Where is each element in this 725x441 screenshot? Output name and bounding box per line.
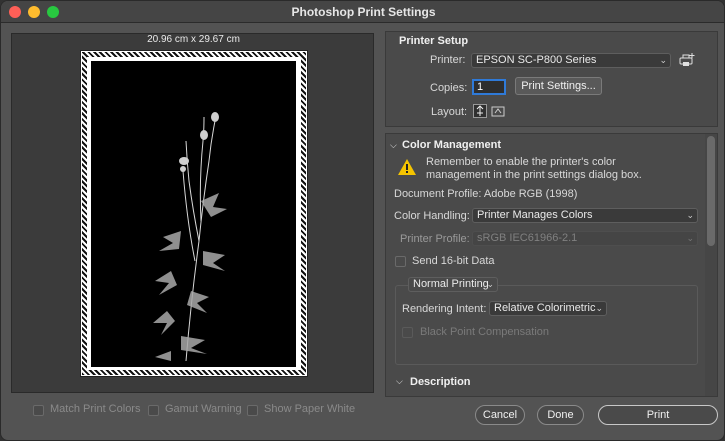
warning-icon	[397, 158, 417, 176]
color-management-title: Color Management	[402, 139, 502, 151]
show-paper-white-label: Show Paper White	[264, 403, 356, 415]
portrait-layout-icon[interactable]	[473, 104, 487, 118]
rendering-intent-value: Relative Colorimetric	[494, 302, 596, 314]
print-settings-window: Photoshop Print Settings 20.96 cm x 29.6…	[0, 0, 725, 441]
copies-input[interactable]: 1	[472, 79, 506, 95]
color-management-reminder: Remember to enable the printer's color m…	[426, 156, 642, 181]
printer-profile-value: sRGB IEC61966-2.1	[477, 232, 578, 244]
gamut-warning-checkbox[interactable]	[148, 405, 159, 416]
printing-options-group	[395, 285, 698, 365]
print-settings-button[interactable]: Print Settings...	[515, 77, 602, 95]
printer-setup-title: Printer Setup	[399, 35, 469, 47]
window-title: Photoshop Print Settings	[291, 5, 436, 19]
printer-profile-label: Printer Profile:	[400, 233, 470, 245]
cancel-button[interactable]: Cancel	[475, 405, 525, 425]
black-point-checkbox	[402, 327, 413, 338]
color-handling-select[interactable]: Printer Manages Colors ⌄	[472, 208, 698, 223]
color-handling-value: Printer Manages Colors	[477, 209, 593, 221]
print-preview: 20.96 cm x 29.67 cm	[11, 33, 374, 393]
chevron-down-icon: ⌄	[686, 210, 694, 220]
send-16bit-label: Send 16-bit Data	[412, 255, 495, 267]
collapse-color-management-icon[interactable]: ⌵	[390, 140, 397, 151]
scrollbar-thumb[interactable]	[707, 136, 715, 246]
preview-image[interactable]	[91, 61, 296, 367]
paper-dimensions: 20.96 cm x 29.67 cm	[147, 34, 240, 45]
done-button[interactable]: Done	[537, 405, 584, 425]
chevron-down-icon: ⌄	[486, 279, 494, 289]
title-bar: Photoshop Print Settings	[1, 1, 724, 23]
document-profile: Document Profile: Adobe RGB (1998)	[394, 188, 578, 200]
black-point-label: Black Point Compensation	[420, 326, 550, 338]
color-management-panel: ⌵ Color Management Remember to enable th…	[385, 133, 718, 397]
rendering-intent-label: Rendering Intent:	[402, 303, 487, 315]
gamut-warning-label: Gamut Warning	[165, 403, 242, 415]
printer-setup-panel: Printer Setup Printer: EPSON SC-P800 Ser…	[385, 31, 718, 127]
print-button[interactable]: Print	[598, 405, 718, 425]
show-paper-white-checkbox[interactable]	[247, 405, 258, 416]
printer-select-value: EPSON SC-P800 Series	[476, 54, 597, 66]
printer-select[interactable]: EPSON SC-P800 Series ⌄	[471, 53, 671, 68]
match-print-colors-checkbox[interactable]	[33, 405, 44, 416]
normal-printing-select[interactable]: Normal Printing ⌄	[408, 277, 498, 292]
printer-label: Printer:	[430, 54, 466, 66]
rendering-intent-select[interactable]: Relative Colorimetric ⌄	[489, 301, 607, 316]
chevron-down-icon: ⌄	[686, 233, 694, 243]
landscape-layout-icon[interactable]	[491, 104, 505, 118]
send-16bit-checkbox[interactable]	[395, 256, 406, 267]
description-title[interactable]: Description	[410, 376, 471, 388]
printer-add-icon[interactable]	[679, 52, 695, 68]
printer-profile-select: sRGB IEC61966-2.1 ⌄	[472, 231, 698, 246]
match-print-colors-label: Match Print Colors	[50, 403, 141, 415]
chevron-down-icon: ⌄	[595, 303, 603, 313]
copies-label: Copies:	[430, 82, 468, 94]
chevron-down-icon: ⌄	[659, 55, 667, 65]
layout-label: Layout:	[431, 106, 468, 118]
color-handling-label: Color Handling:	[394, 210, 470, 222]
poppy-image	[153, 112, 227, 362]
normal-printing-value: Normal Printing	[413, 278, 489, 290]
expand-description-icon[interactable]: ⌵	[396, 376, 403, 387]
paper-sheet[interactable]	[80, 50, 308, 377]
